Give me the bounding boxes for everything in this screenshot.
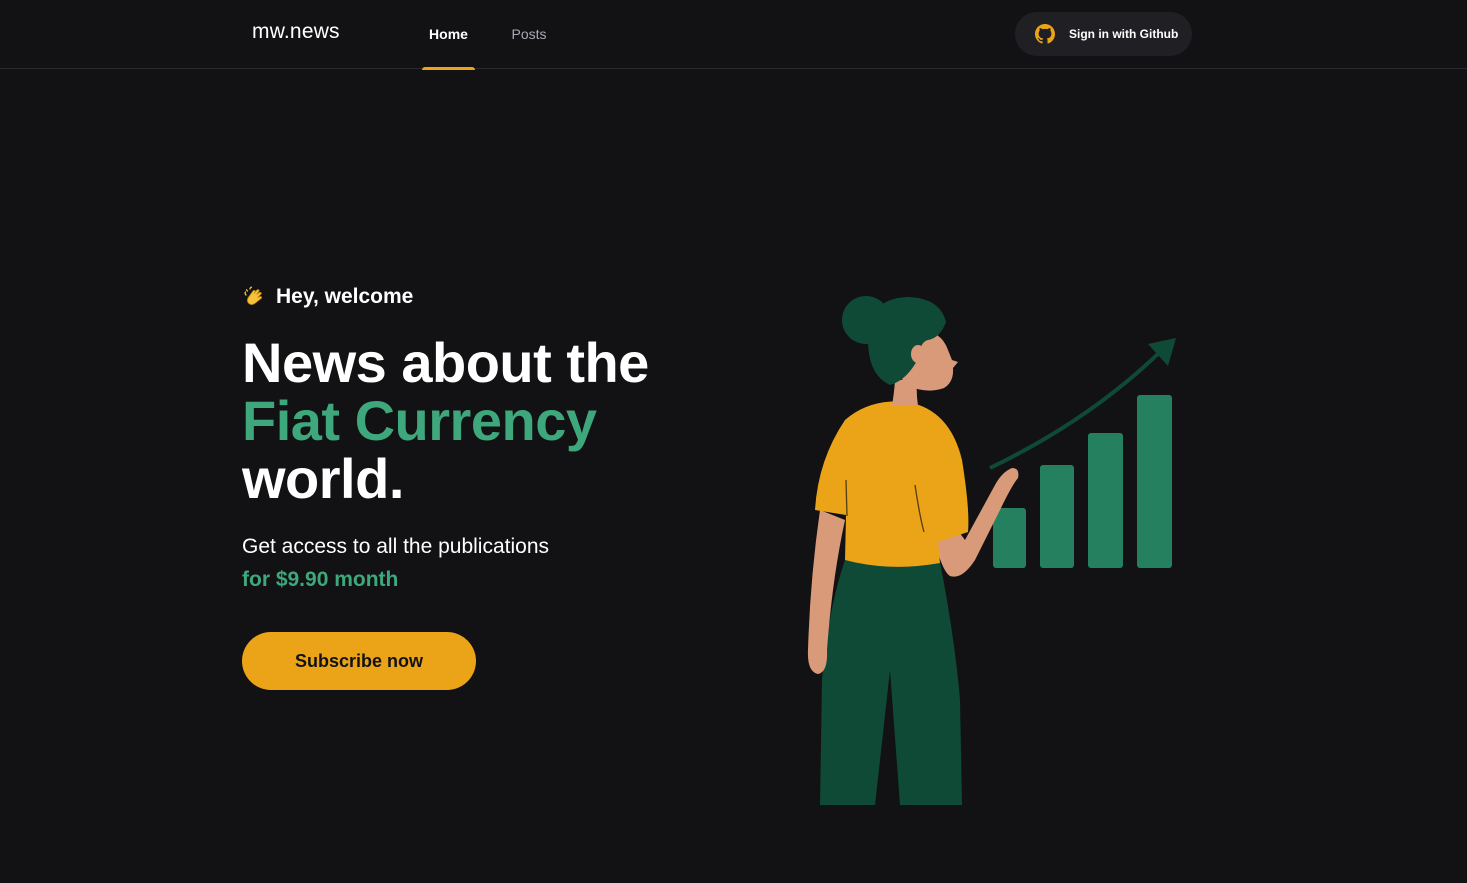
pants <box>820 560 962 805</box>
subscribe-button[interactable]: Subscribe now <box>242 632 476 690</box>
github-icon <box>1035 24 1055 44</box>
site-header: mw.news Home Posts Sign in with Github <box>0 0 1467 70</box>
hero-subtitle: Get access to all the publications <box>242 535 550 558</box>
logo[interactable]: mw.news <box>252 20 340 44</box>
woman-chart-illustration <box>807 296 1176 805</box>
welcome-greeting: Hey, welcome <box>242 282 702 312</box>
bar-4 <box>1137 395 1172 568</box>
bar-1 <box>993 508 1026 568</box>
growth-arrow-line <box>989 348 1164 470</box>
nav-home[interactable]: Home <box>422 0 475 70</box>
clapping-hands-icon <box>242 285 266 309</box>
headline-line-3: world. <box>242 447 404 510</box>
bar-3 <box>1088 433 1123 568</box>
bar-2 <box>1040 465 1074 568</box>
signin-github-button[interactable]: Sign in with Github <box>1015 12 1192 56</box>
headline-accent: Fiat Currency <box>242 389 597 452</box>
hero-illustration <box>790 280 1190 810</box>
ear <box>911 345 925 363</box>
headline-line-1: News about the <box>242 331 649 394</box>
hero-headline: News about the Fiat Currency world. <box>242 334 702 508</box>
growth-bars <box>993 395 1172 568</box>
hero-section: Hey, welcome News about the Fiat Currenc… <box>242 282 702 690</box>
greeting-text: Hey, welcome <box>276 285 414 308</box>
signin-label: Sign in with Github <box>1069 27 1179 41</box>
hero-price: for $9.90 month <box>242 568 399 591</box>
nav-posts[interactable]: Posts <box>505 0 553 69</box>
